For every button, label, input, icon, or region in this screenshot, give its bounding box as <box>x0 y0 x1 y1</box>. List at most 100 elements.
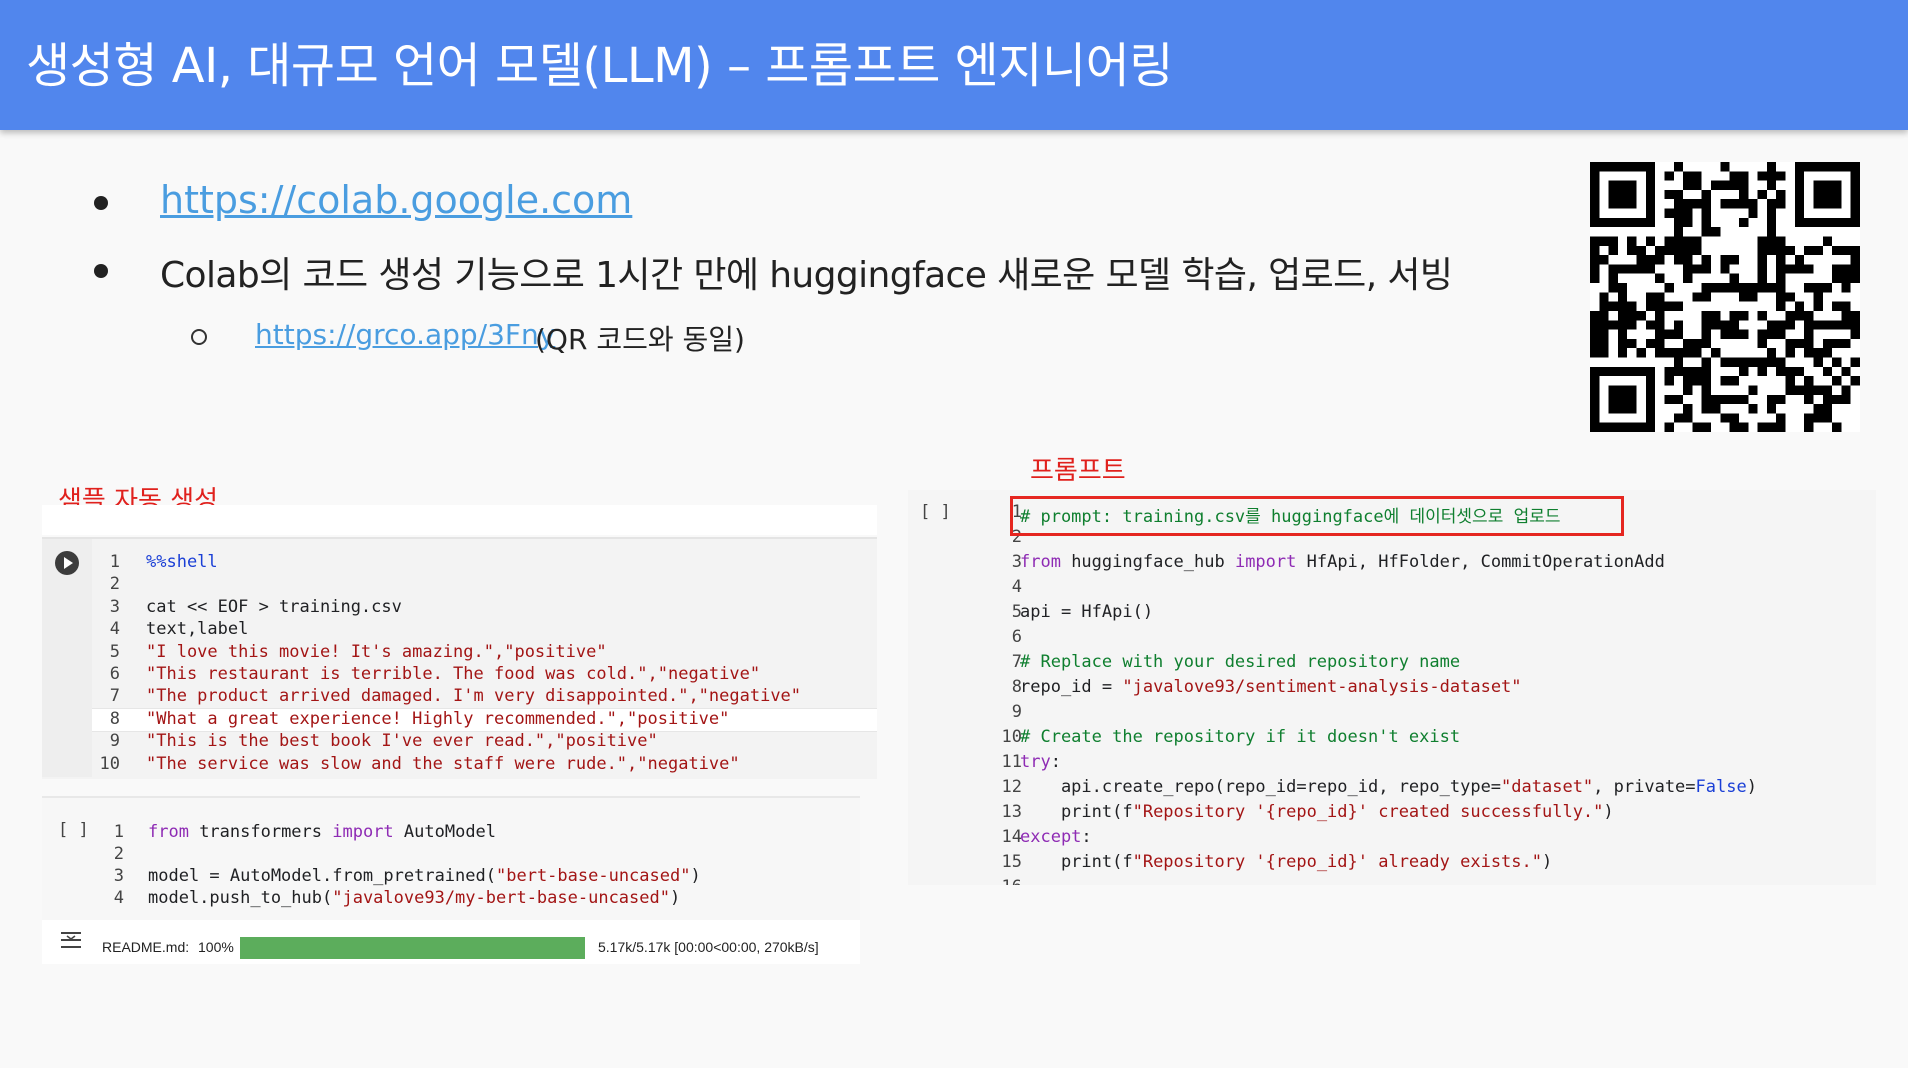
qr-module <box>1738 366 1749 377</box>
code-line[interactable]: "I love this movie! It's amazing.","posi… <box>146 642 607 662</box>
line-number: 9 <box>1011 702 1022 722</box>
play-circle-icon[interactable] <box>55 551 79 575</box>
qr-module <box>1850 310 1860 321</box>
qr-module <box>1692 292 1702 302</box>
code-line[interactable]: model.push_to_hub("javalove93/my-bert-ba… <box>148 888 680 908</box>
code-line[interactable]: except: <box>1020 827 1092 847</box>
qr-module <box>1766 227 1777 237</box>
qr-module <box>1766 171 1777 181</box>
qr-module <box>1627 236 1637 246</box>
code-line[interactable]: "What a great experience! Highly recomme… <box>146 709 729 729</box>
qr-module <box>1711 348 1721 358</box>
code-line[interactable]: cat << EOF > training.csv <box>146 597 402 617</box>
qr-module <box>1692 422 1702 432</box>
qr-module <box>1655 292 1665 302</box>
qr-module <box>1813 245 1823 256</box>
qr-module <box>1711 180 1721 190</box>
qr-module <box>1766 348 1777 358</box>
code-line[interactable]: "The service was slow and the staff were… <box>146 754 740 774</box>
qr-module <box>1655 310 1665 321</box>
code-line[interactable]: from huggingface_hub import HfApi, HfFol… <box>1020 552 1665 572</box>
qr-module <box>1766 199 1777 209</box>
qr-module <box>1738 283 1749 293</box>
line-number: 10 <box>99 753 120 774</box>
qr-module <box>1617 348 1628 358</box>
code-line[interactable]: text,label <box>146 619 248 639</box>
code-line[interactable]: try: <box>1020 752 1061 772</box>
qr-module <box>1757 338 1767 349</box>
qr-module <box>1692 348 1702 358</box>
code-line[interactable]: "This is the best book I've ever read.",… <box>146 731 658 751</box>
qr-module <box>1822 385 1833 395</box>
code-line[interactable]: from transformers import AutoModel <box>148 822 496 842</box>
code-line[interactable]: repo_id = "javalove93/sentiment-analysis… <box>1020 677 1522 697</box>
qr-module <box>1813 301 1823 311</box>
code-line[interactable]: %%shell <box>146 552 218 572</box>
code-line[interactable]: print(f"Repository '{repo_id}' created s… <box>1020 802 1614 822</box>
qr-module <box>1738 357 1749 367</box>
qr-module <box>1608 273 1618 284</box>
line-number: 6 <box>1011 627 1022 647</box>
qr-module <box>1617 338 1628 349</box>
qr-module <box>1711 404 1721 414</box>
qr-module <box>1804 310 1814 321</box>
line-number: 4 <box>1011 577 1022 597</box>
qr-module <box>1655 338 1665 349</box>
qr-module <box>1804 338 1814 349</box>
qr-module <box>1701 366 1712 377</box>
qr-module <box>1590 348 1600 358</box>
qr-module <box>1822 320 1833 330</box>
qr-module <box>1804 264 1814 274</box>
qr-module <box>1645 292 1656 302</box>
output-collapse-icon[interactable] <box>60 930 82 950</box>
code-line[interactable]: # Replace with your desired repository n… <box>1020 652 1460 672</box>
qr-module <box>1599 236 1609 246</box>
qr-module <box>1738 199 1749 209</box>
qr-module <box>1692 264 1702 274</box>
code-line[interactable]: "The product arrived damaged. I'm very d… <box>146 686 801 706</box>
qr-module <box>1720 376 1730 386</box>
qr-module <box>1729 376 1739 386</box>
qr-module <box>1590 264 1600 274</box>
qr-module <box>1776 255 1786 265</box>
qr-module <box>1711 394 1721 405</box>
qr-module <box>1673 255 1684 265</box>
qr-module <box>1832 301 1842 311</box>
qr-module <box>1683 180 1693 190</box>
qr-module <box>1766 320 1777 330</box>
qr-module <box>1599 292 1609 302</box>
code-line[interactable]: # Create the repository if it doesn't ex… <box>1020 727 1460 747</box>
code-line[interactable]: api.create_repo(repo_id=repo_id, repo_ty… <box>1020 777 1757 797</box>
qr-module <box>1832 273 1842 284</box>
qr-module <box>1794 301 1805 311</box>
qr-module <box>1804 385 1814 395</box>
qr-module <box>1673 217 1684 228</box>
qr-module <box>1720 255 1730 265</box>
code-line[interactable]: model = AutoModel.from_pretrained("bert-… <box>148 866 701 886</box>
qr-module <box>1683 413 1693 423</box>
qr-module <box>1813 180 1842 209</box>
colab-link[interactable]: https://colab.google.com <box>160 178 632 222</box>
prompt-highlight-box <box>1010 496 1624 536</box>
qr-module <box>1664 208 1674 218</box>
qr-module <box>1841 301 1851 311</box>
qr-module <box>1673 320 1684 330</box>
qr-module <box>1832 320 1842 330</box>
code-line[interactable]: api = HfApi() <box>1020 602 1153 622</box>
qr-module <box>1617 310 1628 321</box>
qr-module <box>1776 329 1786 339</box>
qr-module <box>1776 366 1786 377</box>
qr-short-link[interactable]: https://grco.app/3Fny <box>255 318 555 351</box>
qr-module <box>1804 320 1814 330</box>
qr-module <box>1683 264 1693 274</box>
model-cell-run-bracket[interactable]: [ ] <box>58 820 89 840</box>
qr-module <box>1608 301 1618 311</box>
line-number: 6 <box>109 664 120 684</box>
qr-module <box>1738 394 1749 405</box>
qr-module <box>1729 283 1739 293</box>
qr-module <box>1766 357 1777 367</box>
line-number: 15 <box>1001 852 1022 872</box>
code-line[interactable]: print(f"Repository '{repo_id}' already e… <box>1020 852 1552 872</box>
qr-module <box>1757 310 1767 321</box>
code-line[interactable]: "This restaurant is terrible. The food w… <box>146 664 760 684</box>
